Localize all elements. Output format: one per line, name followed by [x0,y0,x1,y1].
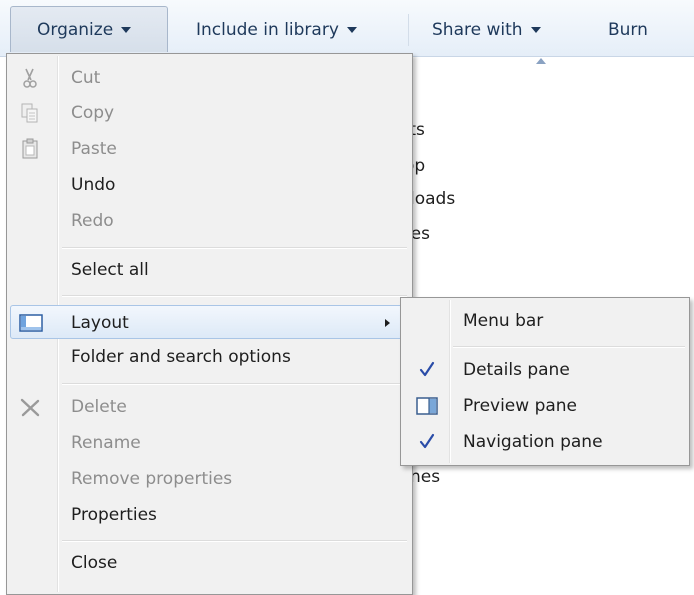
menu-item-label: Select all [71,260,149,280]
chevron-down-icon [530,27,541,33]
menu-item-label: Undo [71,175,116,195]
menu-item-undo[interactable]: Undo [10,168,409,202]
chevron-right-icon [385,319,390,327]
include-in-library-button[interactable]: Include in library [196,8,357,52]
share-with-button[interactable]: Share with [432,8,541,52]
burn-label: Burn [608,20,648,40]
menu-separator [453,346,685,348]
menu-item-remove-properties[interactable]: Remove properties [10,462,409,496]
menu-item-copy[interactable]: Copy [10,96,409,130]
menu-item-label: Delete [71,397,127,417]
submenu-item-menu-bar[interactable]: Menu bar [403,304,687,338]
menu-item-select-all[interactable]: Select all [10,253,409,287]
menu-separator [62,247,407,249]
menu-item-label: Folder and search options [71,347,291,367]
chevron-down-icon [121,27,132,33]
checkmark-icon [415,430,439,454]
menu-separator [62,295,407,297]
menu-item-cut[interactable]: Cut [10,61,409,95]
menu-item-close[interactable]: Close [10,546,409,580]
menu-item-redo[interactable]: Redo [10,204,409,238]
scissors-icon [18,66,42,90]
menu-item-layout[interactable]: Layout [10,305,409,339]
menu-item-paste[interactable]: Paste [10,132,409,166]
toolbar-divider [408,14,409,46]
menu-item-delete[interactable]: Delete [10,390,409,424]
burn-button[interactable]: Burn [608,8,648,52]
submenu-item-label: Navigation pane [463,432,603,452]
menu-item-label: Cut [71,68,101,88]
menu-item-properties[interactable]: Properties [10,498,409,532]
submenu-item-navigation-pane[interactable]: Navigation pane [403,425,687,459]
menu-item-rename[interactable]: Rename [10,426,409,460]
chevron-down-icon [346,27,357,33]
submenu-item-label: Menu bar [463,311,544,331]
preview-pane-icon [415,394,439,418]
organize-label: Organize [37,20,114,40]
scroll-up-icon[interactable] [536,58,546,64]
layout-submenu: Menu bar Details pane Preview pane Navig… [400,297,690,466]
menu-item-label: Copy [71,103,115,123]
nav-item[interactable]: nes [410,467,440,487]
submenu-item-details-pane[interactable]: Details pane [403,353,687,387]
clipboard-icon [18,137,42,161]
menu-item-label: Layout [71,313,129,333]
organize-menu: Cut Copy Paste Undo Redo Select all Layo… [6,53,413,595]
menu-item-label: Redo [71,211,114,231]
checkmark-icon [415,358,439,382]
copy-icon [18,101,42,125]
nav-item[interactable]: loads [410,189,455,209]
include-in-library-label: Include in library [196,20,339,40]
menu-separator [62,540,407,542]
menu-item-label: Rename [71,433,141,453]
submenu-item-label: Details pane [463,360,570,380]
menu-item-label: Properties [71,505,157,525]
menu-item-folder-options[interactable]: Folder and search options [10,340,409,374]
command-bar: Organize Include in library Share with B… [0,0,694,57]
submenu-item-preview-pane[interactable]: Preview pane [403,389,687,423]
layout-icon [19,311,43,335]
delete-icon [18,395,42,419]
menu-item-label: Close [71,553,118,573]
organize-button[interactable]: Organize [10,6,168,52]
menu-item-label: Remove properties [71,469,233,489]
submenu-item-label: Preview pane [463,396,578,416]
share-with-label: Share with [432,20,523,40]
menu-item-label: Paste [71,139,117,159]
menu-separator [62,383,407,385]
